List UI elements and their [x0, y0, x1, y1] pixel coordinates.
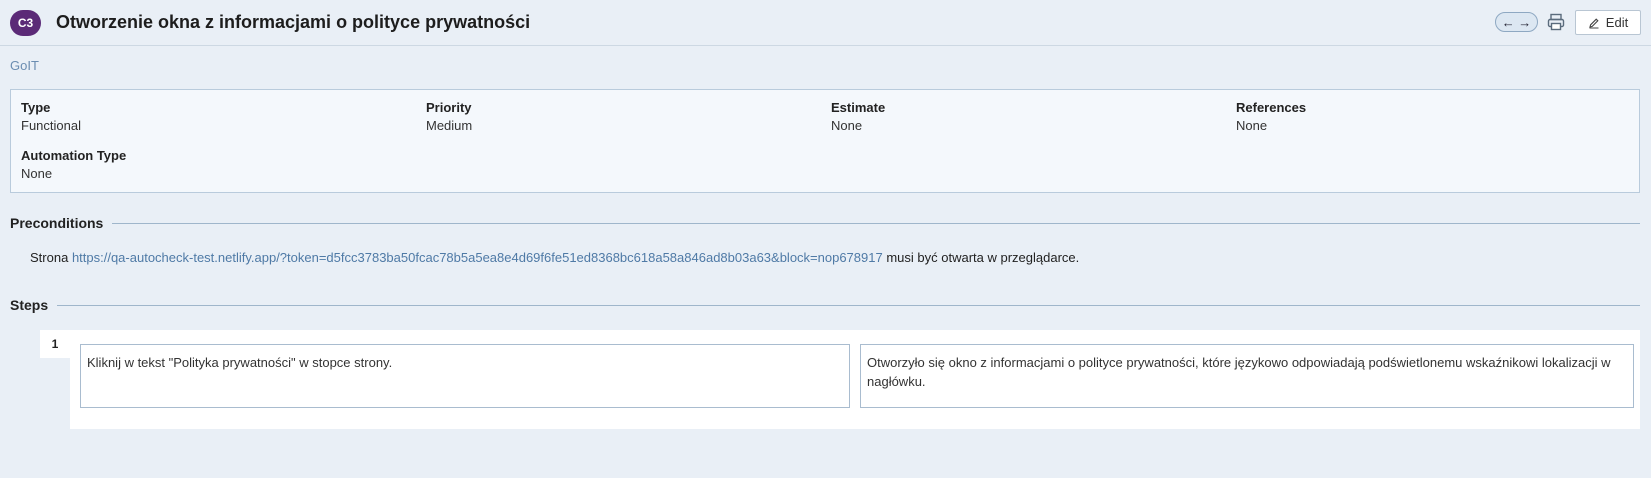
- field-references: References None: [1236, 100, 1306, 133]
- preconditions-link[interactable]: https://qa-autocheck-test.netlify.app/?t…: [72, 250, 883, 265]
- arrow-right-icon[interactable]: →: [1518, 16, 1531, 29]
- preconditions-prefix: Strona: [30, 250, 69, 265]
- field-references-value: None: [1236, 118, 1268, 133]
- field-priority: Priority Medium: [426, 100, 472, 133]
- field-automation-type: Automation Type None: [21, 148, 126, 181]
- preconditions-suffix: musi być otwarta w przeglądarce.: [886, 250, 1080, 265]
- step-number: 1: [40, 330, 70, 358]
- preconditions-divider: [112, 223, 1640, 224]
- field-estimate: Estimate None: [831, 100, 885, 133]
- preconditions-heading: Preconditions: [10, 215, 104, 231]
- preconditions-text: Strona https://qa-autocheck-test.netlify…: [30, 250, 1079, 265]
- case-navigation: ← →: [1495, 12, 1538, 32]
- arrow-left-icon[interactable]: ←: [1502, 16, 1515, 29]
- step-content: Kliknij w tekst "Polityka prywatności" w…: [80, 344, 850, 408]
- field-automation-type-label: Automation Type: [21, 148, 127, 163]
- step-expected-result: Otworzyło się okno z informacjami o poli…: [860, 344, 1634, 408]
- field-references-label: References: [1236, 100, 1307, 115]
- field-automation-type-value: None: [21, 166, 53, 181]
- steps-heading: Steps: [10, 297, 49, 313]
- field-estimate-value: None: [831, 118, 863, 133]
- pencil-icon: [1588, 17, 1600, 29]
- field-type-value: Functional: [21, 118, 81, 133]
- edit-button[interactable]: Edit: [1575, 10, 1641, 35]
- case-fields-panel: Type Functional Priority Medium Estimate…: [10, 89, 1640, 193]
- field-type: Type Functional: [21, 100, 81, 133]
- edit-label: Edit: [1605, 15, 1629, 30]
- project-link[interactable]: GoIT: [10, 58, 39, 73]
- printer-icon[interactable]: [1546, 12, 1566, 32]
- field-estimate-label: Estimate: [831, 100, 886, 115]
- field-type-label: Type: [21, 100, 51, 115]
- page-header: C3 Otworzenie okna z informacjami o poli…: [0, 0, 1651, 46]
- case-id-badge: C3: [10, 10, 41, 36]
- field-priority-label: Priority: [426, 100, 472, 115]
- steps-divider: [57, 305, 1640, 306]
- field-priority-value: Medium: [426, 118, 473, 133]
- page-title: Otworzenie okna z informacjami o polityc…: [56, 12, 531, 32]
